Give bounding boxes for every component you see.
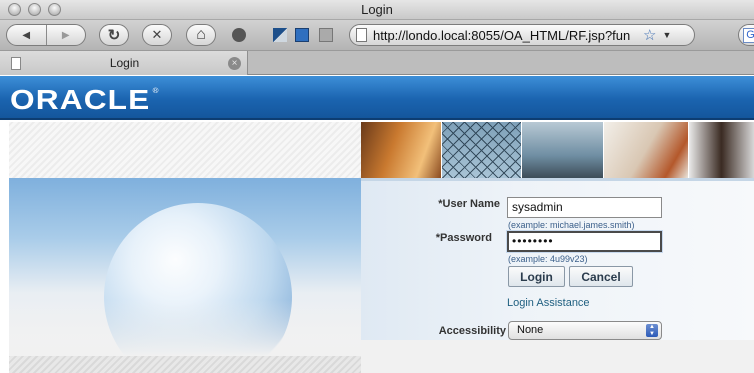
username-hint: (example: michael.james.smith) <box>508 220 635 230</box>
photo-meeting <box>361 122 442 178</box>
forward-button[interactable]: ▶ <box>45 25 86 45</box>
home-button[interactable]: ⌂ <box>186 24 216 46</box>
package-icon[interactable] <box>319 28 333 42</box>
google-icon: G <box>743 27 754 43</box>
browser-toolbar: ◀ ▶ ↻ ✕ ⌂ http://londo.local:8055/OA_HTM… <box>0 20 754 50</box>
accessibility-select[interactable]: None ▲ ▼ <box>508 321 662 340</box>
accessibility-value: None <box>517 324 544 336</box>
photo-businessman <box>689 122 754 178</box>
password-label: *Password <box>435 232 492 244</box>
tab-login[interactable]: Login × <box>0 51 248 75</box>
search-box[interactable]: G <box>738 24 754 46</box>
photo-engineer <box>522 122 604 178</box>
photo-strip <box>361 122 754 178</box>
home-icon: ⌂ <box>196 26 206 43</box>
address-bar[interactable]: http://londo.local:8055/OA_HTML/RF.jsp?f… <box>349 24 695 46</box>
globe-fade <box>9 300 361 356</box>
oracle-header: ORACLE ® <box>0 76 754 120</box>
username-field[interactable]: sysadmin <box>507 197 662 218</box>
page-icon <box>11 56 21 70</box>
back-button[interactable]: ◀ <box>7 25 46 45</box>
stop-icon: ✕ <box>151 27 163 42</box>
username-label: *User Name <box>438 198 500 210</box>
window-title: Login <box>361 2 393 17</box>
login-button[interactable]: Login <box>508 266 565 287</box>
stop-button[interactable]: ✕ <box>142 24 172 46</box>
url-text[interactable]: http://londo.local:8055/OA_HTML/RF.jsp?f… <box>373 28 641 43</box>
back-icon: ◀ <box>22 29 31 41</box>
back-forward-group: ◀ ▶ <box>6 24 86 46</box>
login-form-footer <box>361 340 754 373</box>
password-field[interactable]: •••••••• <box>507 231 662 252</box>
header-stripes <box>9 122 361 178</box>
reload-button[interactable]: ↻ <box>99 24 129 46</box>
oracle-logo: ORACLE ® <box>10 84 160 116</box>
page-icon <box>356 28 367 42</box>
photo-tower <box>442 122 522 178</box>
evernote-icon[interactable] <box>232 28 246 42</box>
cancel-button[interactable]: Cancel <box>569 266 633 287</box>
logo-mark: ® <box>152 88 160 95</box>
photo-support-agent <box>604 122 689 178</box>
window-titlebar: Login <box>0 0 754 20</box>
reload-icon: ↻ <box>107 27 121 44</box>
tab-bar: Login × <box>0 50 754 75</box>
bookmark-toolbar-icon[interactable] <box>295 28 309 42</box>
logo-text: ORACLE <box>10 84 151 115</box>
accessibility-label: Accessibility <box>438 325 506 337</box>
tab-label: Login <box>109 56 140 70</box>
password-hint: (example: 4u99v23) <box>508 254 588 264</box>
select-arrows-icon: ▲ ▼ <box>646 324 658 337</box>
extension-icon[interactable] <box>273 28 287 42</box>
close-tab-icon[interactable]: × <box>228 56 241 70</box>
url-dropdown-icon[interactable]: ▼ <box>662 30 671 40</box>
bookmark-star-icon[interactable]: ☆ <box>643 26 656 44</box>
login-assistance-link[interactable]: Login Assistance <box>507 297 590 309</box>
forward-icon: ▶ <box>61 29 70 41</box>
footer-stripes <box>9 356 361 373</box>
